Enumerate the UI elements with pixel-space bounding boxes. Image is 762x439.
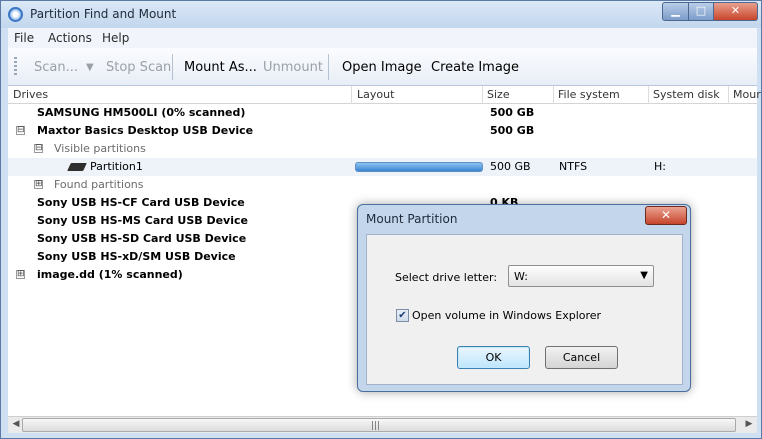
drive-letter-value: W: xyxy=(514,270,528,283)
list-header: Drives Layout Size File system System di… xyxy=(8,86,761,104)
drive-size: 500 GB xyxy=(490,106,535,119)
scroll-left-icon[interactable]: ◀ xyxy=(10,419,22,431)
close-button[interactable]: ✕ xyxy=(713,2,758,21)
window-title: Partition Find and Mount xyxy=(30,7,177,21)
title-bar[interactable]: Partition Find and Mount ▁ □ ✕ xyxy=(1,1,761,28)
drive-size: 500 GB xyxy=(490,124,535,137)
scan-button[interactable]: Scan... xyxy=(34,60,78,75)
partition-disk-icon xyxy=(67,163,87,171)
column-file-system[interactable]: File system xyxy=(558,88,620,101)
drive-name: Maxtor Basics Desktop USB Device xyxy=(37,124,254,137)
column-drives[interactable]: Drives xyxy=(13,88,48,101)
cancel-button[interactable]: Cancel xyxy=(545,346,618,369)
drive-name: Sony USB HS-MS Card USB Device xyxy=(37,214,248,227)
column-divider[interactable] xyxy=(482,86,483,104)
expand-icon[interactable]: ⊞ xyxy=(16,270,25,279)
dialog-title: Mount Partition xyxy=(366,212,458,226)
dialog-body: Select drive letter: W: ▼ ✔ Open volume … xyxy=(366,234,683,385)
column-mount[interactable]: Mour xyxy=(733,88,761,101)
menu-bar: File Actions Help xyxy=(8,28,757,48)
drive-name: image.dd (1% scanned) xyxy=(37,268,183,281)
drive-name: Sony USB HS-xD/SM USB Device xyxy=(37,250,236,263)
stop-scan-button[interactable]: Stop Scan xyxy=(106,60,171,75)
column-layout[interactable]: Layout xyxy=(357,88,394,101)
minimize-icon: ▁ xyxy=(671,4,680,17)
column-size[interactable]: Size xyxy=(487,88,510,101)
dropdown-arrow-icon: ▼ xyxy=(640,270,648,281)
close-icon: ✕ xyxy=(661,208,672,222)
tree-row-samsung[interactable]: SAMSUNG HM500LI (0% scanned) 500 GB xyxy=(8,104,757,122)
scroll-right-icon[interactable]: ▶ xyxy=(743,419,755,431)
toolbar-grip[interactable] xyxy=(14,57,17,77)
ok-button[interactable]: OK xyxy=(457,346,530,369)
close-icon: ✕ xyxy=(730,4,741,17)
dialog-close-button[interactable]: ✕ xyxy=(645,206,687,225)
toolbar: Scan... ▼ Stop Scan Mount As... Unmount … xyxy=(8,48,757,86)
partition-size: 500 GB xyxy=(490,160,531,173)
collapse-icon[interactable]: ⊟ xyxy=(16,126,25,135)
drive-name: SAMSUNG HM500LI (0% scanned) xyxy=(37,106,246,119)
layout-bar xyxy=(355,162,483,172)
group-name: Found partitions xyxy=(54,178,144,191)
menu-actions[interactable]: Actions xyxy=(48,31,92,45)
scan-dropdown-icon[interactable]: ▼ xyxy=(86,62,94,73)
drive-letter-select[interactable]: W: ▼ xyxy=(508,265,654,287)
open-explorer-label[interactable]: Open volume in Windows Explorer xyxy=(412,309,601,322)
menu-help[interactable]: Help xyxy=(102,31,129,45)
partition-name: Partition1 xyxy=(90,160,143,173)
unmount-button[interactable]: Unmount xyxy=(263,60,323,75)
maximize-icon: □ xyxy=(695,4,707,17)
tree-row-partition1[interactable]: Partition1 500 GB NTFS H: xyxy=(8,158,757,176)
tree-row-visible-partitions[interactable]: ⊟ Visible partitions xyxy=(8,140,757,158)
drive-name: Sony USB HS-CF Card USB Device xyxy=(37,196,245,209)
horizontal-scrollbar[interactable]: ◀ ||| ▶ xyxy=(8,416,757,433)
toolbar-separator xyxy=(172,54,173,80)
minimize-button[interactable]: ▁ xyxy=(662,2,689,21)
column-divider[interactable] xyxy=(648,86,649,104)
menu-file[interactable]: File xyxy=(14,31,34,45)
drive-name: Sony USB HS-SD Card USB Device xyxy=(37,232,247,245)
column-system-disk[interactable]: System disk xyxy=(653,88,720,101)
toolbar-separator xyxy=(328,54,329,80)
open-explorer-checkbox[interactable]: ✔ xyxy=(396,309,409,322)
mount-as-button[interactable]: Mount As... xyxy=(184,60,257,75)
column-divider[interactable] xyxy=(728,86,729,104)
partition-fs: NTFS xyxy=(559,160,588,173)
create-image-button[interactable]: Create Image xyxy=(431,60,519,75)
expand-icon[interactable]: ⊞ xyxy=(34,180,43,189)
scroll-thumb[interactable]: ||| xyxy=(22,418,736,432)
column-divider[interactable] xyxy=(553,86,554,104)
open-image-button[interactable]: Open Image xyxy=(342,60,422,75)
tree-row-found-partitions[interactable]: ⊞ Found partitions xyxy=(8,176,757,194)
partition-system-disk: H: xyxy=(654,160,666,173)
scroll-grip-icon: ||| xyxy=(371,421,381,431)
maximize-button[interactable]: □ xyxy=(688,2,714,21)
drive-letter-label: Select drive letter: xyxy=(395,271,498,284)
column-divider[interactable] xyxy=(351,86,352,104)
group-name: Visible partitions xyxy=(54,142,146,155)
app-icon xyxy=(8,7,23,22)
collapse-icon[interactable]: ⊟ xyxy=(34,144,43,153)
mount-partition-dialog: Mount Partition ✕ Select drive letter: W… xyxy=(357,204,691,392)
tree-row-maxtor[interactable]: ⊟ Maxtor Basics Desktop USB Device 500 G… xyxy=(8,122,757,140)
